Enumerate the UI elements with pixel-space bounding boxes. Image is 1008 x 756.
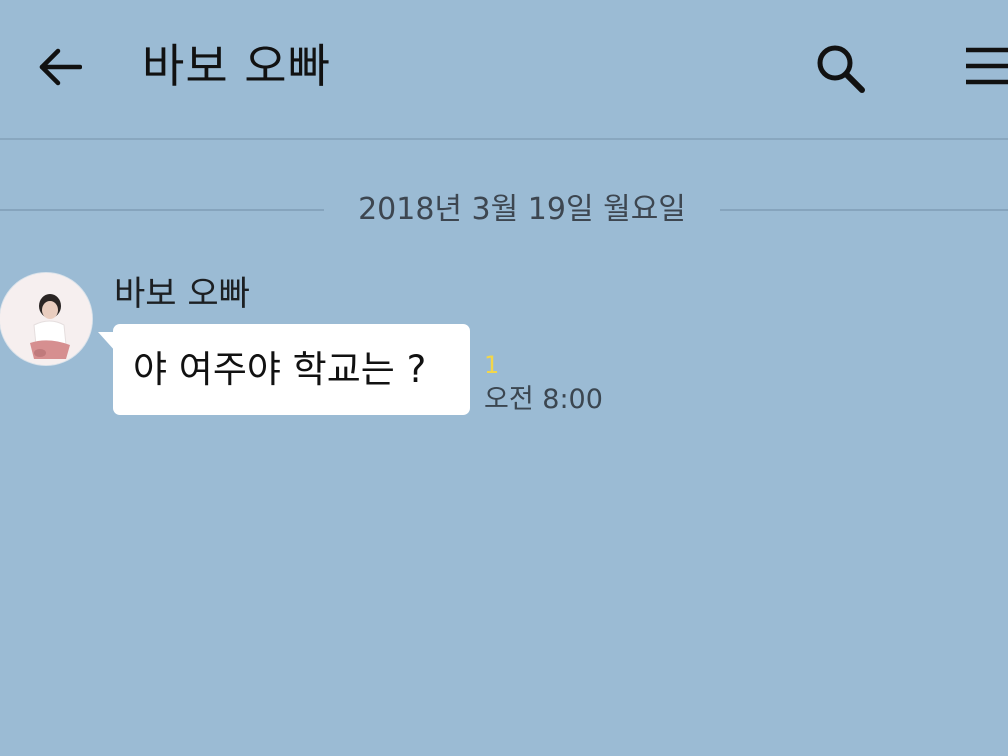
hamburger-menu-icon	[966, 47, 1008, 85]
chat-header: 바보 오빠	[0, 0, 1008, 140]
profile-photo	[0, 273, 92, 365]
message-text: 야 여주야 학교는 ?	[133, 348, 427, 391]
divider-line	[720, 209, 1008, 211]
date-divider-label: 2018년 3월 19일 월요일	[358, 192, 686, 227]
menu-button[interactable]	[958, 40, 1008, 94]
back-button[interactable]	[30, 42, 86, 92]
message-bubble[interactable]: 야 여주야 학교는 ?	[113, 324, 470, 415]
chat-title: 바보 오빠	[142, 39, 331, 93]
date-divider: 2018년 3월 19일 월요일	[0, 188, 1008, 232]
divider-line	[0, 209, 324, 211]
sender-name: 바보 오빠	[114, 274, 250, 314]
unread-count: 1	[484, 351, 500, 379]
search-button[interactable]	[810, 38, 870, 98]
message-time: 오전 8:00	[484, 384, 603, 415]
arrow-left-icon	[39, 48, 82, 86]
avatar[interactable]	[0, 273, 92, 365]
search-icon	[817, 45, 865, 93]
